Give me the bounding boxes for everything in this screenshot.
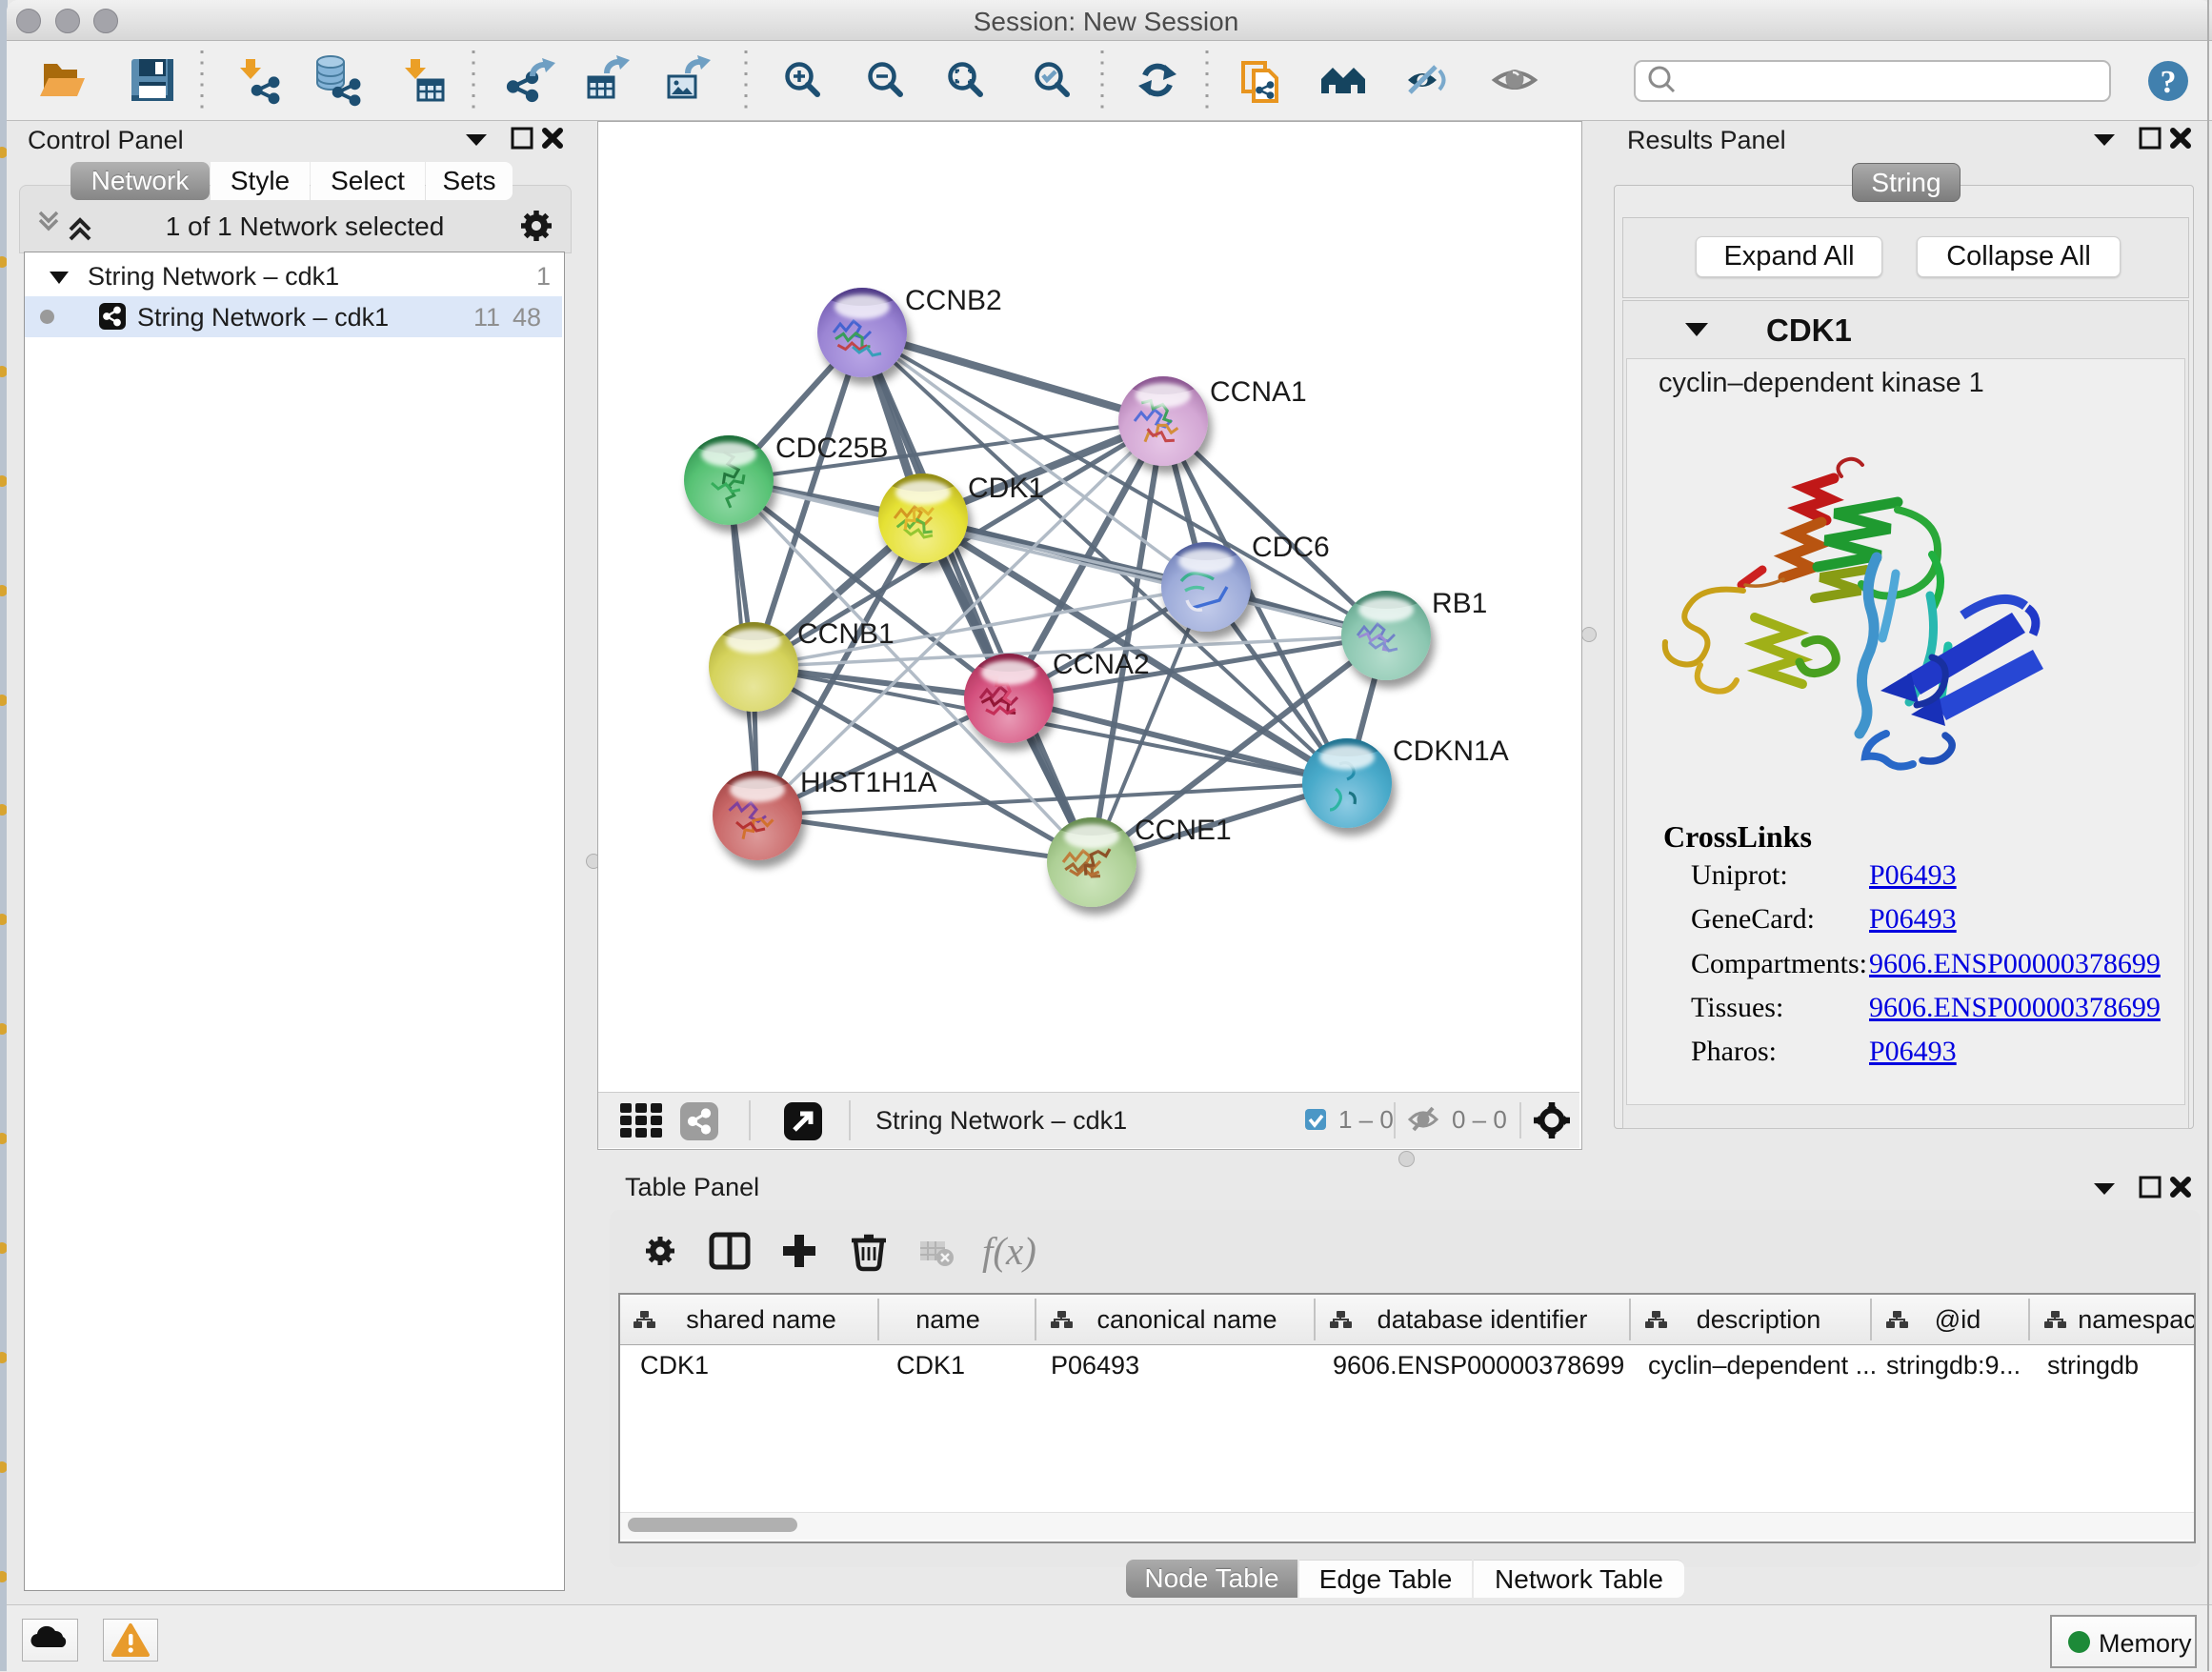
svg-text:CDC25B: CDC25B xyxy=(775,433,888,464)
svg-text:HIST1H1A: HIST1H1A xyxy=(800,767,936,798)
svg-text:CDK1: CDK1 xyxy=(968,473,1044,504)
svg-text:RB1: RB1 xyxy=(1432,588,1487,619)
svg-text:description: description xyxy=(1697,1305,1821,1334)
svg-text:1 – 0: 1 – 0 xyxy=(1338,1105,1394,1134)
svg-text:canonical name: canonical name xyxy=(1096,1305,1277,1334)
svg-text:database identifier: database identifier xyxy=(1377,1305,1588,1334)
svg-text:CDC6: CDC6 xyxy=(1252,532,1330,563)
svg-text:CCNA2: CCNA2 xyxy=(1053,649,1150,680)
svg-text:CCNE1: CCNE1 xyxy=(1135,815,1232,846)
svg-text:name: name xyxy=(915,1305,980,1334)
svg-text:@id: @id xyxy=(1935,1305,1981,1334)
svg-text:1 of 1 Network selected: 1 of 1 Network selected xyxy=(166,212,445,241)
svg-text:namespace: namespace xyxy=(2078,1305,2194,1334)
svg-text:f(x): f(x) xyxy=(982,1229,1036,1273)
svg-text:shared name: shared name xyxy=(686,1305,836,1334)
svg-text:?: ? xyxy=(2161,65,2177,100)
svg-text:0 – 0: 0 – 0 xyxy=(1452,1105,1507,1134)
svg-text:CDKN1A: CDKN1A xyxy=(1393,735,1509,767)
svg-text:String Network – cdk1: String Network – cdk1 xyxy=(875,1106,1127,1135)
svg-text:CCNB1: CCNB1 xyxy=(797,618,895,650)
svg-text:CCNA1: CCNA1 xyxy=(1210,376,1307,408)
svg-text:CCNB2: CCNB2 xyxy=(905,285,1002,316)
